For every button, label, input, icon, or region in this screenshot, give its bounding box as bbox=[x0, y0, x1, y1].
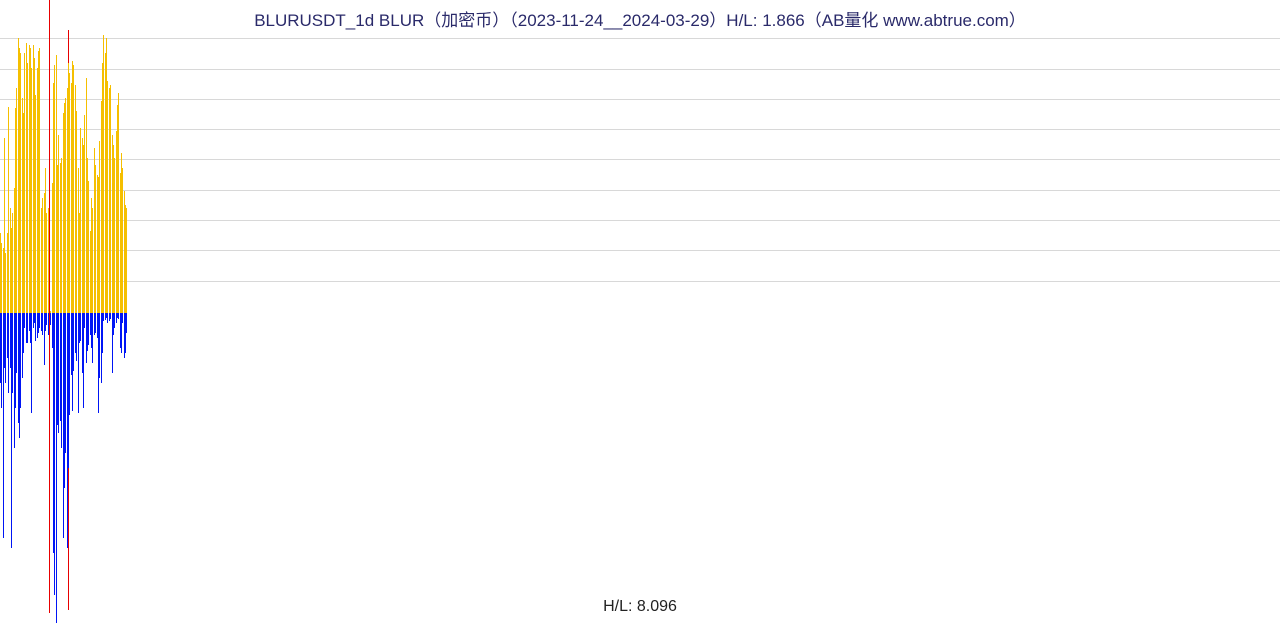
red-spike bbox=[49, 0, 50, 613]
bar-down bbox=[31, 313, 32, 413]
bar-down bbox=[48, 313, 49, 335]
bar-up bbox=[48, 208, 49, 313]
bar-down bbox=[126, 313, 127, 333]
bar-up bbox=[126, 208, 127, 313]
chart-title: BLURUSDT_1d BLUR（加密币）（2023-11-24__2024-0… bbox=[0, 6, 1280, 31]
bottom-hl-label: H/L: 8.096 bbox=[0, 598, 1280, 616]
bars-container bbox=[0, 38, 1280, 620]
chart-area bbox=[0, 38, 1280, 620]
